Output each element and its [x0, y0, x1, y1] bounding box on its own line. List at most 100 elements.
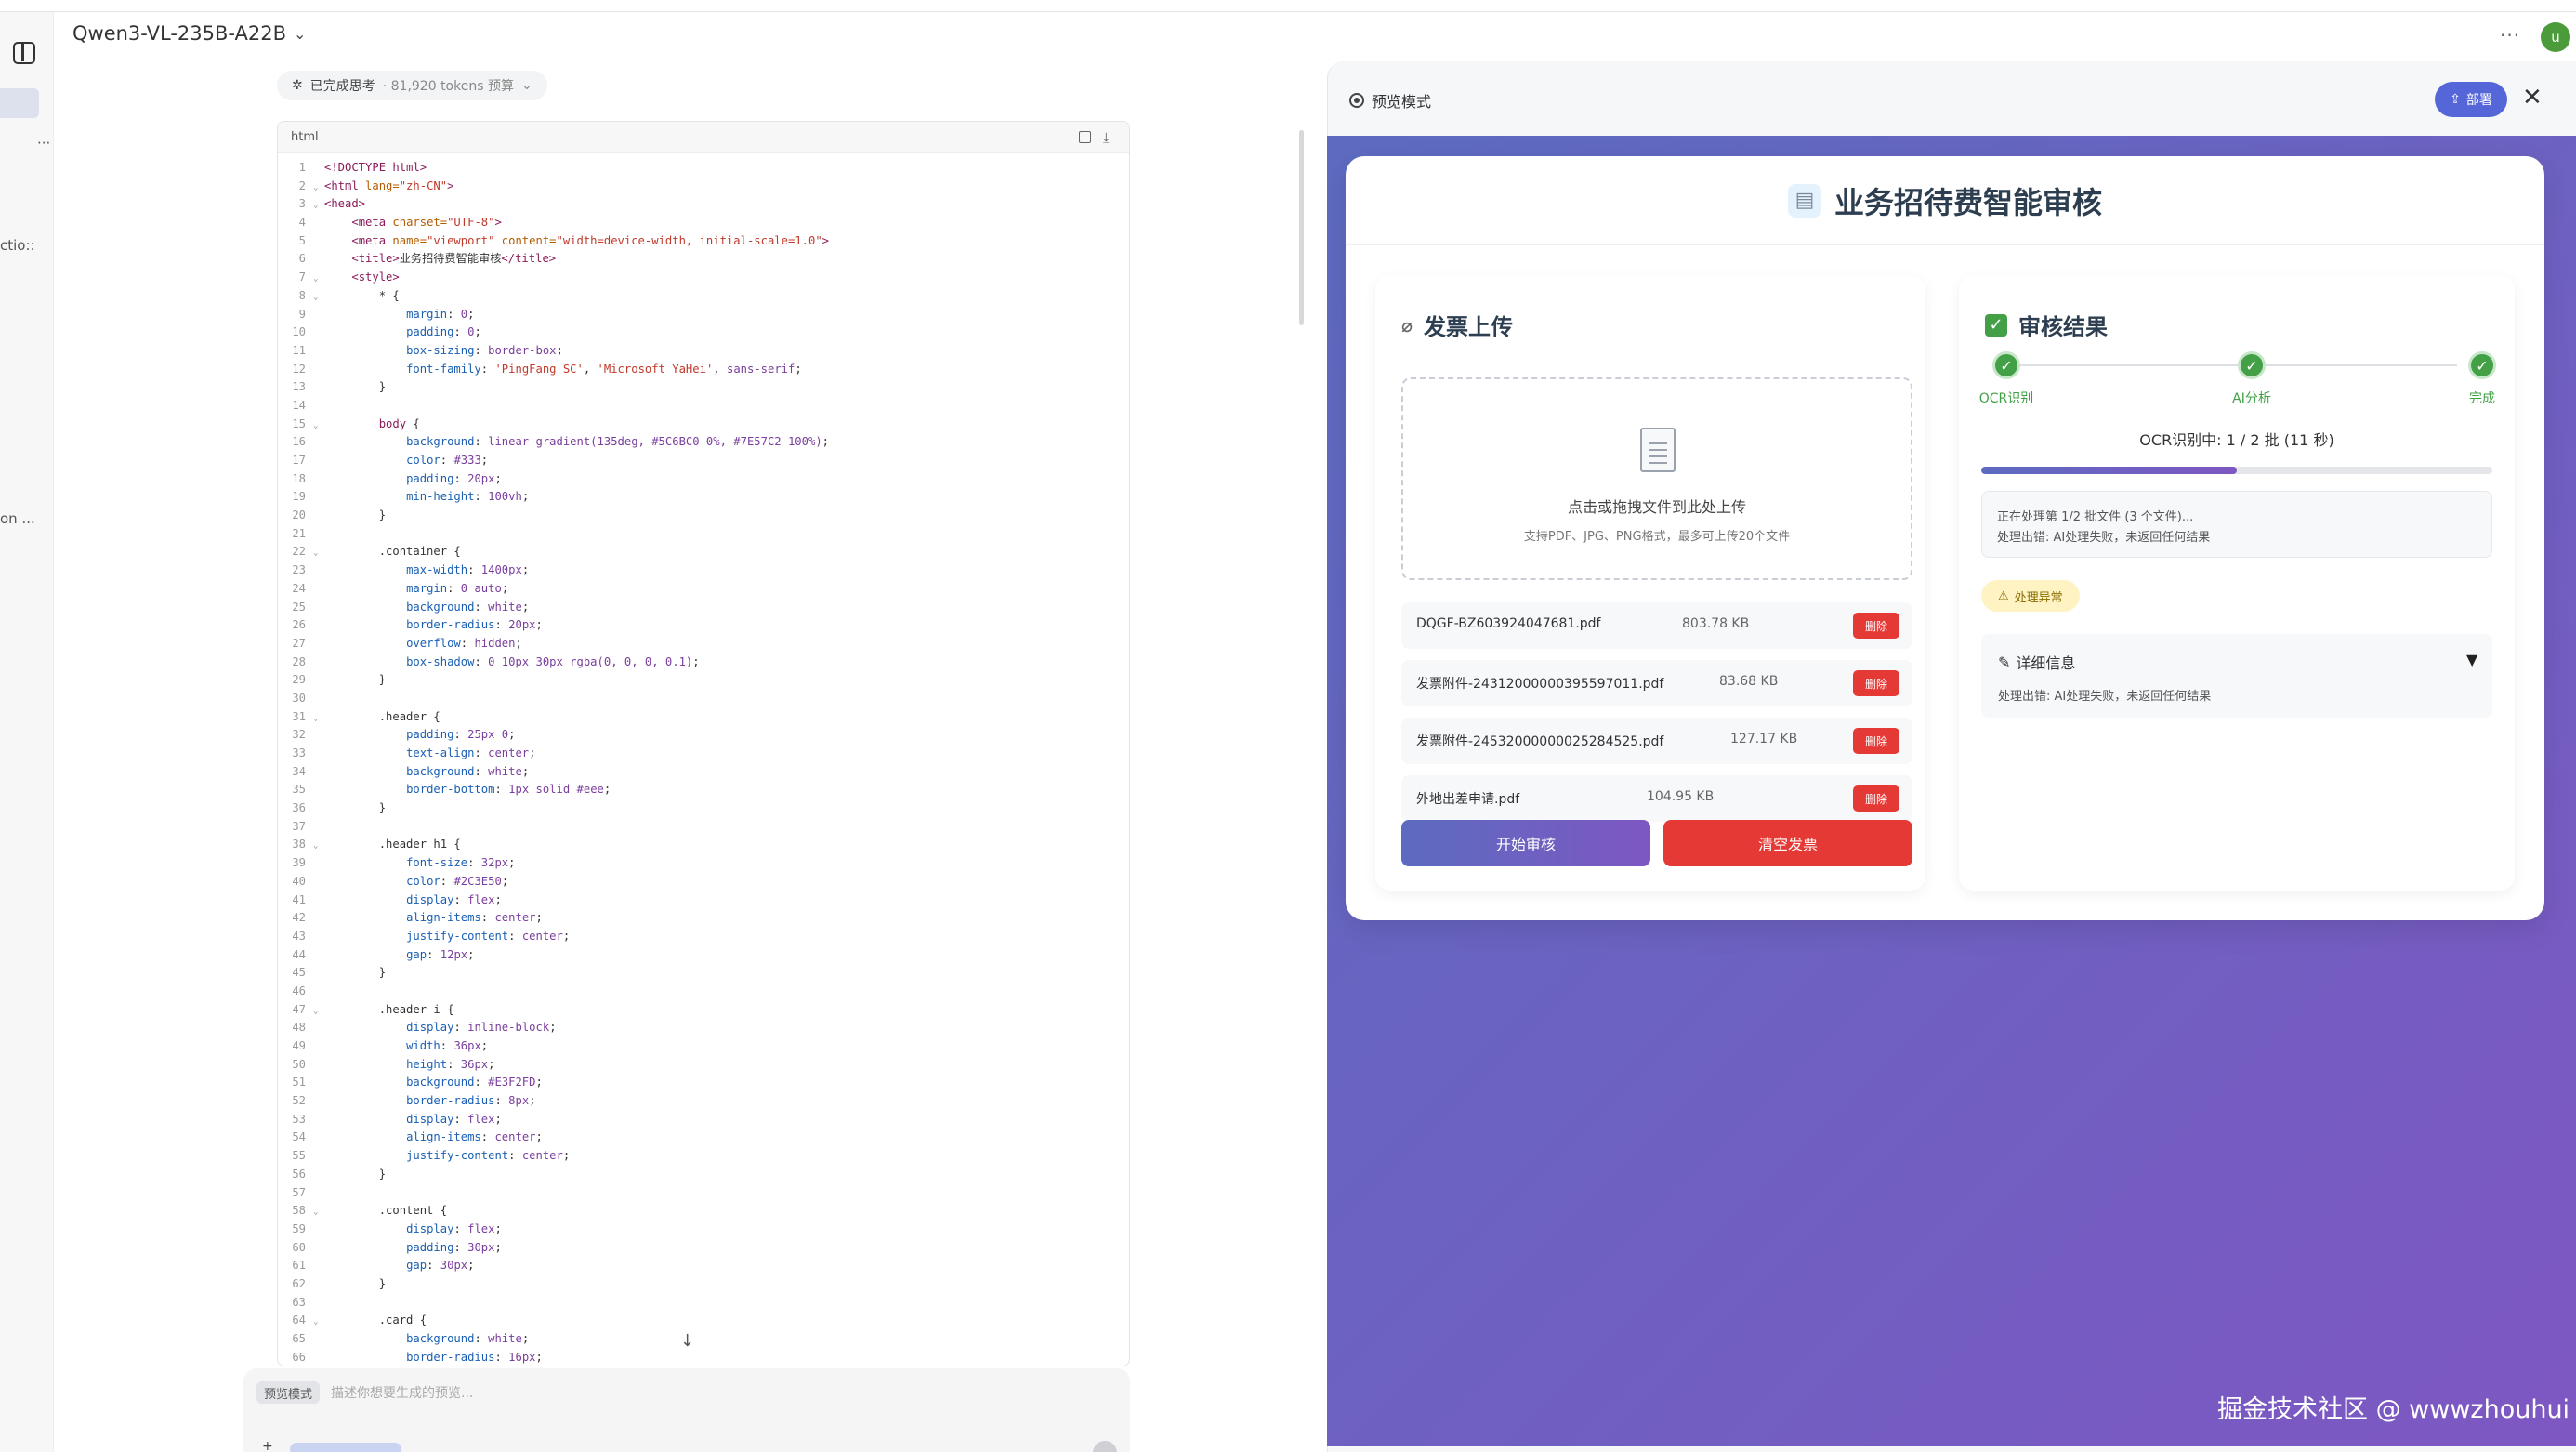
line-number: 24	[292, 581, 306, 595]
line-number: 6	[298, 252, 306, 266]
expand-triangle-icon[interactable]: ▼	[2466, 651, 2477, 668]
code-token: 100vh	[488, 490, 522, 504]
sidebar-selected-item[interactable]	[0, 88, 39, 118]
code-line: 13 }	[278, 378, 1129, 397]
upload-dropzone[interactable]: 点击或拖拽文件到此处上传 支持PDF、JPG、PNG格式，最多可上传20个文件	[1401, 377, 1912, 580]
code-token: 0 10px 30px rgba(0, 0, 0, 0.1)	[488, 654, 693, 668]
code-token: <title>	[351, 252, 400, 266]
line-number: 22	[292, 545, 306, 559]
code-token: center	[521, 929, 563, 943]
code-token: }	[324, 673, 387, 687]
code-token: background	[406, 1076, 475, 1089]
code-token: padding	[406, 325, 454, 339]
code-line: 45 }	[278, 964, 1129, 983]
code-token: border-bottom	[406, 783, 495, 797]
preview-mode-badge[interactable]: 预览模式	[256, 1381, 321, 1404]
page-title: 业务招待费智能审核	[1833, 184, 2102, 220]
more-options-icon[interactable]: ···	[2500, 24, 2520, 46]
sidebar-item-clipped[interactable]: on ...	[0, 510, 35, 527]
code-token: .container {	[324, 545, 461, 559]
sparkle-icon: ✲	[292, 78, 303, 93]
delete-file-button[interactable]: 删除	[1853, 670, 1899, 696]
code-token: 业务招待费智能审核	[399, 252, 502, 266]
code-token: ;	[494, 1221, 502, 1235]
scroll-down-icon[interactable]: ↓	[680, 1331, 694, 1351]
line-number: 34	[292, 764, 306, 778]
delete-file-button[interactable]: 删除	[1853, 613, 1899, 639]
code-token: max-width	[406, 563, 468, 577]
avatar[interactable]: u	[2541, 22, 2570, 52]
code-line: 2 ⌄ <html lang="zh-CN">	[278, 178, 1129, 196]
deploy-button[interactable]: ⇪ 部署	[2435, 82, 2507, 117]
chat-input-area[interactable]	[243, 1368, 1130, 1452]
code-token: 20px	[467, 471, 495, 485]
line-number: 46	[292, 983, 306, 997]
code-line: 54 align-items: center;	[278, 1129, 1129, 1147]
code-token: border-radius	[406, 1094, 495, 1108]
code-token: ;	[474, 325, 481, 339]
code-line: 53 display: flex;	[278, 1111, 1129, 1129]
code-token: <head>	[324, 197, 366, 211]
code-line: 9 margin: 0;	[278, 306, 1129, 324]
line-number: 27	[292, 636, 306, 650]
line-number: 11	[292, 343, 306, 357]
code-token: .header {	[324, 709, 440, 723]
code-token: <style>	[351, 271, 400, 284]
code-token: ;	[692, 654, 700, 668]
code-line: 52 border-radius: 8px;	[278, 1092, 1129, 1111]
line-number: 62	[292, 1276, 306, 1290]
line-number: 32	[292, 728, 306, 742]
result-card: ✓ 审核结果 ✓ ✓ ✓ OCR识别 AI分析 完成 OCR识别中: 1 / 2…	[1959, 275, 2515, 891]
code-token: 36px	[460, 1057, 489, 1071]
clear-invoices-button[interactable]: 清空发票	[1663, 820, 1912, 866]
delete-file-button[interactable]: 删除	[1853, 728, 1899, 754]
code-token: gap	[406, 1259, 427, 1273]
delete-file-button[interactable]: 删除	[1853, 785, 1899, 812]
scrollbar[interactable]	[1299, 130, 1304, 325]
code-token: ;	[501, 581, 509, 595]
line-number: 55	[292, 1149, 306, 1163]
code-token: :	[467, 563, 481, 577]
code-line: 5 <meta name="viewport" content="width=d…	[278, 232, 1129, 251]
line-number: 8	[298, 288, 306, 302]
preview-header: 预览模式	[1349, 89, 1431, 112]
line-number: 1	[298, 161, 306, 174]
file-row: 发票附件-24312000000395597011.pdf 83.68 KB 删…	[1401, 660, 1912, 706]
input-chip[interactable]	[290, 1443, 401, 1452]
start-audit-button[interactable]: 开始审核	[1401, 820, 1650, 866]
line-number: 26	[292, 618, 306, 632]
details-panel[interactable]: ✎ 详细信息 ▼ 处理出错: AI处理失败，未返回任何结果	[1981, 634, 2492, 718]
code-token: name=	[392, 233, 427, 247]
line-number: 60	[292, 1240, 306, 1254]
code-token: ;	[515, 636, 522, 650]
code-token: :	[494, 618, 509, 632]
line-number: 23	[292, 563, 306, 577]
line-number: 5	[298, 233, 306, 247]
code-token: :	[480, 362, 495, 376]
code-token: ;	[521, 600, 530, 614]
thinking-status-pill[interactable]: ✲ 已完成思考 · 81,920 tokens 预算 ⌄	[277, 71, 547, 100]
line-number: 29	[292, 673, 306, 687]
code-token: }	[324, 1276, 387, 1290]
add-icon[interactable]: +	[262, 1439, 275, 1452]
chat-input-placeholder[interactable]: 描述你想要生成的预览...	[331, 1383, 473, 1402]
code-token: </title>	[501, 252, 557, 266]
code-token: padding	[406, 1240, 454, 1254]
code-token: sans-serif	[726, 362, 795, 376]
sidebar-item-clipped[interactable]: ctio::	[0, 237, 35, 254]
code-token: #2C3E50	[453, 874, 502, 888]
model-selector[interactable]: Qwen3-VL-235B-A22B ⌄	[72, 22, 306, 45]
code-line: 44 gap: 12px;	[278, 946, 1129, 965]
code-line: 19 min-height: 100vh;	[278, 488, 1129, 507]
sidebar-toggle-icon[interactable]	[13, 42, 35, 64]
copy-icon[interactable]	[1079, 131, 1091, 143]
download-icon[interactable]: ⤓	[1103, 129, 1110, 146]
close-icon[interactable]: ✕	[2522, 84, 2543, 112]
code-token: :	[474, 1076, 489, 1089]
